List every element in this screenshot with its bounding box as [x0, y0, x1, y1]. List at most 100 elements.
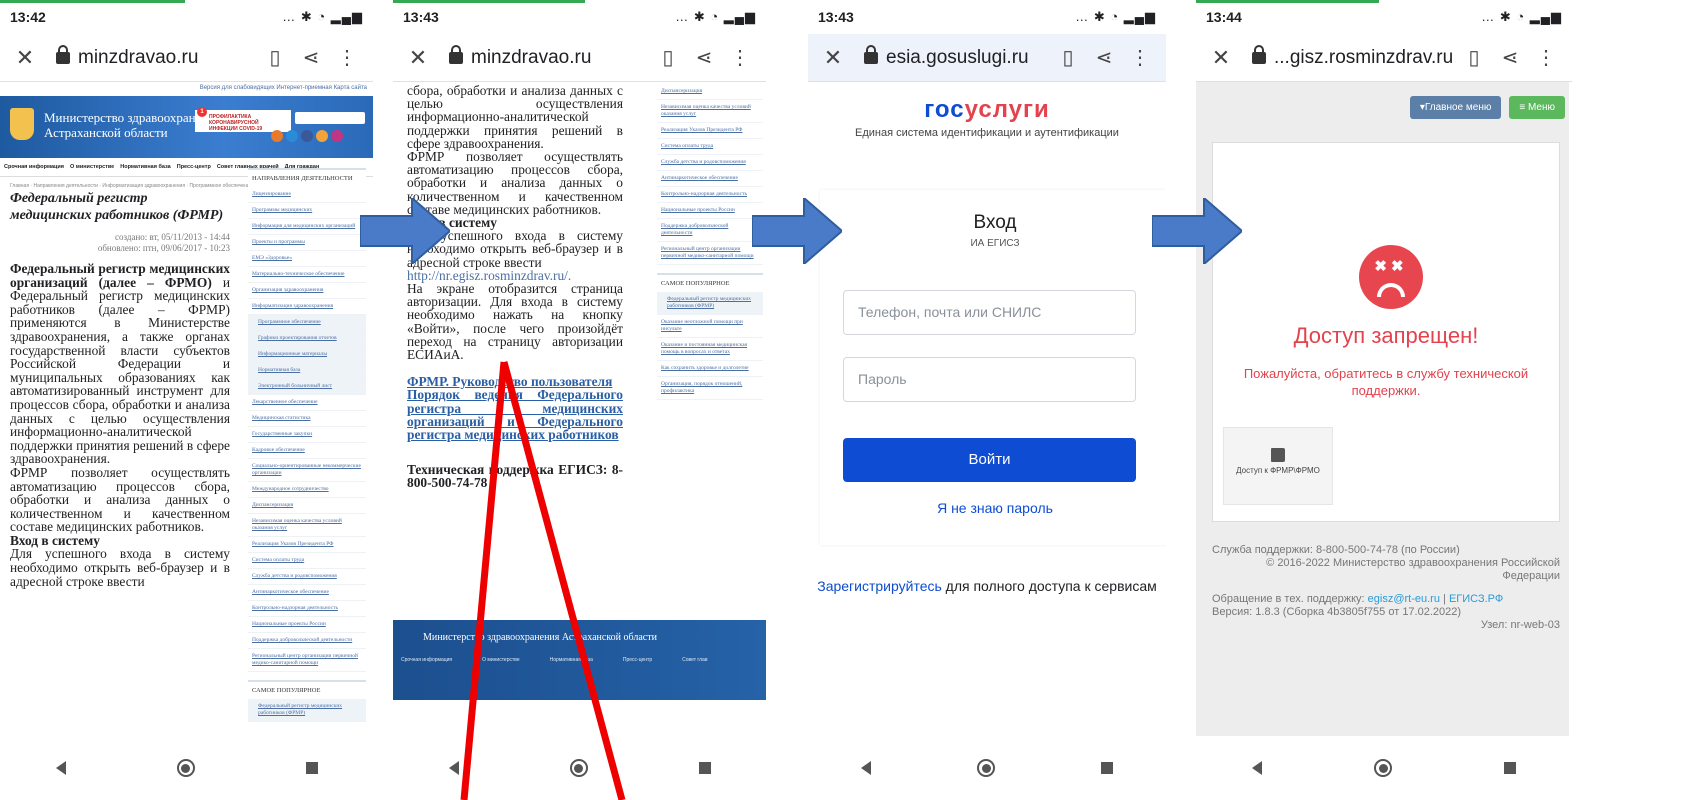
popular-item[interactable]: Федеральный регистр медицинских работник…: [248, 699, 366, 722]
url-host[interactable]: esia.gosuslugi.ru: [886, 47, 1050, 69]
popular-item[interactable]: Оказание неотложной помощи при инсульте: [657, 315, 763, 338]
popular-item[interactable]: Оказание и постоянная медицинская помощь…: [657, 338, 763, 361]
sidebar-item[interactable]: Графики проектирования отчетов: [248, 331, 366, 347]
recents-icon[interactable]: [1504, 762, 1516, 774]
sidebar-item[interactable]: Медицинская статистика: [248, 411, 366, 427]
popular-item[interactable]: Как сохранить здоровье и долголетие: [657, 361, 763, 377]
bookmark-icon[interactable]: ▯: [257, 45, 293, 70]
footer-column[interactable]: Совет глав: [682, 657, 707, 663]
sidebar-item[interactable]: Контрольно-надзорная деятельность: [657, 187, 763, 203]
more-menu-icon[interactable]: ⋮: [1122, 45, 1158, 70]
sidebar-item[interactable]: Независимая оценка качества условий оказ…: [657, 100, 763, 123]
sidebar-item[interactable]: Программное обеспечение: [248, 315, 366, 331]
forgot-password-link[interactable]: Я не знаю пароль: [820, 500, 1166, 516]
sidebar-item[interactable]: Поддержка добровольческой деятельности: [657, 219, 763, 242]
home-icon[interactable]: [176, 759, 195, 777]
more-menu-icon[interactable]: ⋮: [1528, 45, 1564, 70]
social-icon[interactable]: [286, 130, 298, 142]
sidebar-item[interactable]: Поддержка добровольческой деятельности: [248, 633, 366, 649]
url-host[interactable]: minzdravao.ru: [78, 47, 257, 69]
menu-item[interactable]: Пресс-центр: [177, 164, 211, 170]
back-icon[interactable]: [55, 761, 66, 775]
menu-item[interactable]: Нормативная база: [120, 164, 171, 170]
sidebar-item[interactable]: Система оплаты труда: [248, 553, 366, 569]
egisz-site-link[interactable]: ЕГИСЗ.РФ: [1449, 593, 1503, 605]
recents-icon[interactable]: [698, 762, 711, 774]
sidebar-item[interactable]: Электронный больничный лист: [248, 379, 366, 395]
search-input[interactable]: [295, 112, 365, 124]
status-icons: … ✱ ◔ ▂▄▆: [675, 9, 756, 24]
top-links[interactable]: Версия для слабовидящих Интернет-приемна…: [0, 82, 373, 96]
main-menu-button[interactable]: ▾Главное меню: [1409, 96, 1502, 119]
social-icon[interactable]: [301, 130, 313, 142]
password-input[interactable]: Пароль: [843, 357, 1136, 402]
sidebar-item[interactable]: Информация для медицинских организаций: [248, 219, 366, 235]
back-icon[interactable]: [861, 761, 871, 775]
sidebar-item[interactable]: Диспансеризация: [657, 84, 763, 100]
sidebar-item[interactable]: Программы медицинских: [248, 203, 366, 219]
sidebar-item[interactable]: Информационные материалы: [248, 347, 366, 363]
sidebar-item[interactable]: Социально-ориентированные некоммерческие…: [248, 459, 366, 482]
sidebar-item[interactable]: Диспансеризация: [248, 498, 366, 514]
sidebar-item[interactable]: Реализация Указов Президента РФ: [248, 537, 366, 553]
email-link[interactable]: egisz@rt-eu.ru: [1368, 593, 1440, 605]
close-tab-icon[interactable]: ✕: [8, 45, 42, 71]
social-icon[interactable]: [316, 130, 328, 142]
close-tab-icon[interactable]: ✕: [401, 45, 435, 71]
close-tab-icon[interactable]: ✕: [1204, 45, 1238, 71]
register-link[interactable]: Зарегистрируйтесь: [817, 578, 942, 594]
menu-button[interactable]: ≡ Меню: [1509, 96, 1565, 119]
sidebar-item[interactable]: ЕМЭ «Здоровье»: [248, 251, 366, 267]
share-icon[interactable]: ⋖: [1492, 45, 1528, 70]
sidebar-item[interactable]: Национальные проекты России: [248, 617, 366, 633]
url-host[interactable]: minzdravao.ru: [471, 47, 650, 69]
more-menu-icon[interactable]: ⋮: [722, 45, 758, 70]
share-icon[interactable]: ⋖: [1086, 45, 1122, 70]
sidebar-item[interactable]: Лицензирование: [248, 187, 366, 203]
sidebar-item[interactable]: Служба детства и родовспоможения: [248, 569, 366, 585]
url-host[interactable]: ...gisz.rosminzdrav.ru: [1274, 47, 1456, 69]
sidebar-item[interactable]: Кадровое обеспечение: [248, 443, 366, 459]
sidebar-item[interactable]: Международное сотрудничество: [248, 482, 366, 498]
menu-item[interactable]: Срочная информация: [4, 164, 64, 170]
menu-item[interactable]: О министерстве: [70, 164, 114, 170]
sidebar-item[interactable]: Антинаркотическое обеспечение: [657, 171, 763, 187]
share-icon[interactable]: ⋖: [293, 45, 329, 70]
popular-item[interactable]: Федеральный регистр медицинских работник…: [657, 292, 763, 315]
popular-item[interactable]: Организация, порядок отношений, профилак…: [657, 377, 763, 400]
recents-icon[interactable]: [1101, 762, 1113, 774]
frmr-access-tile[interactable]: Доступ к ФРМР\ФРМО: [1223, 427, 1333, 505]
sidebar-item[interactable]: Независимая оценка качества условий оказ…: [248, 514, 366, 537]
sidebar-item[interactable]: Контрольно-надзорная деятельность: [248, 601, 366, 617]
bookmark-icon[interactable]: ▯: [1456, 45, 1492, 70]
bookmark-icon[interactable]: ▯: [650, 45, 686, 70]
back-icon[interactable]: [1252, 761, 1262, 775]
sidebar-item[interactable]: Антинаркотическое обеспечение: [248, 585, 366, 601]
sidebar-item[interactable]: Региональный центр организации первичной…: [248, 649, 366, 672]
social-icon[interactable]: [271, 130, 283, 142]
more-menu-icon[interactable]: ⋮: [329, 45, 365, 70]
sidebar-item[interactable]: Материально-техническое обеспечение: [248, 267, 366, 283]
social-icon[interactable]: [331, 130, 343, 142]
login-input[interactable]: Телефон, почта или СНИЛС: [843, 290, 1136, 335]
bookmark-icon[interactable]: ▯: [1050, 45, 1086, 70]
sidebar-item[interactable]: Лекарственное обеспечение: [248, 395, 366, 411]
sidebar-item[interactable]: Проекты и программы: [248, 235, 366, 251]
sidebar-item[interactable]: Реализация Указов Президента РФ: [657, 123, 763, 139]
article-meta: создано: вт, 05/11/2013 - 14:44 обновлено…: [97, 232, 230, 253]
sidebar-item[interactable]: Информатизация здравоохранения: [248, 299, 366, 315]
sidebar-item[interactable]: Государственные закупки: [248, 427, 366, 443]
recents-icon[interactable]: [305, 762, 318, 774]
submit-button[interactable]: Войти: [843, 438, 1136, 482]
sidebar-item[interactable]: Региональный центр организации первичной…: [657, 242, 763, 265]
sidebar-item[interactable]: Организация здравоохранения: [248, 283, 366, 299]
sidebar-item[interactable]: Национальные проекты России: [657, 203, 763, 219]
close-tab-icon[interactable]: ✕: [816, 45, 850, 71]
sidebar-item[interactable]: Служба детства и родовспоможения: [657, 155, 763, 171]
covid-banner[interactable]: ПРОФИЛАКТИКА КОРОНАВИРУСНОЙ ИНФЕКЦИИ COV…: [195, 107, 291, 132]
sidebar-item[interactable]: Система оплаты труда: [657, 139, 763, 155]
home-icon[interactable]: [977, 759, 995, 777]
home-icon[interactable]: [1374, 759, 1392, 777]
sidebar-item[interactable]: Нормативная база: [248, 363, 366, 379]
share-icon[interactable]: ⋖: [686, 45, 722, 70]
